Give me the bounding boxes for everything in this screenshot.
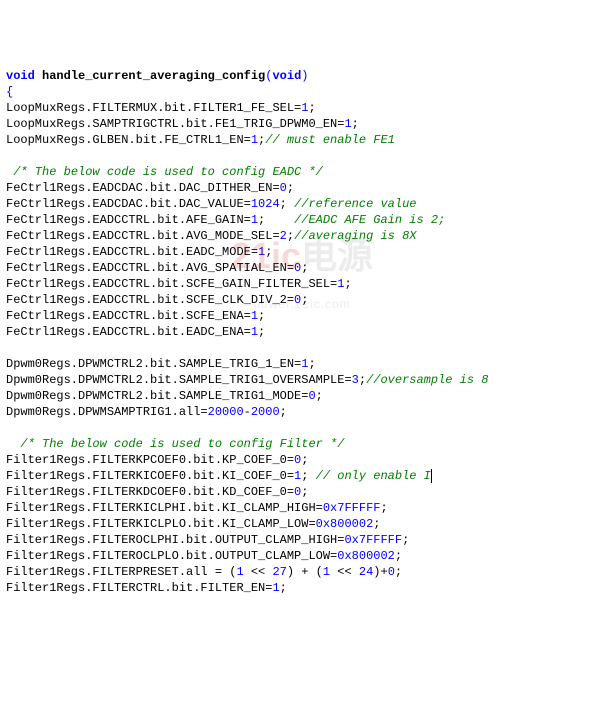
keyword-void-arg: void [272, 69, 301, 83]
code-line: FeCtrl1Regs.EADCCTRL.bit.SCFE_CLK_DIV_2=… [6, 293, 308, 307]
code-line: Filter1Regs.FILTERCTRL.bit.FILTER_EN=1; [6, 581, 287, 595]
code-line: FeCtrl1Regs.EADCDAC.bit.DAC_VALUE=1024; … [6, 197, 416, 211]
text-cursor [431, 469, 432, 483]
code-line: Filter1Regs.FILTEROCLPLO.bit.OUTPUT_CLAM… [6, 549, 402, 563]
code-line: Dpwm0Regs.DPWMCTRL2.bit.SAMPLE_TRIG1_OVE… [6, 373, 488, 387]
code-line: Dpwm0Regs.DPWMSAMPTRIG1.all=20000-2000; [6, 405, 287, 419]
code-line: LoopMuxRegs.FILTERMUX.bit.FILTER1_FE_SEL… [6, 101, 316, 115]
code-line: FeCtrl1Regs.EADCDAC.bit.DAC_DITHER_EN=0; [6, 181, 294, 195]
code-line: Filter1Regs.FILTERKICOEF0.bit.KI_COEF_0=… [6, 469, 432, 483]
keyword-void: void [6, 69, 35, 83]
comment-section: /* The below code is used to config Filt… [6, 437, 344, 451]
code-line: FeCtrl1Regs.EADCCTRL.bit.EADC_MODE=1; [6, 245, 272, 259]
code-line: Dpwm0Regs.DPWMCTRL2.bit.SAMPLE_TRIG_1_EN… [6, 357, 316, 371]
code-block: void handle_current_averaging_config(voi… [6, 68, 598, 596]
code-line: LoopMuxRegs.GLBEN.bit.FE_CTRL1_EN=1;// m… [6, 133, 395, 147]
code-line: FeCtrl1Regs.EADCCTRL.bit.SCFE_ENA=1; [6, 309, 265, 323]
brace-open: { [6, 85, 13, 99]
code-line: FeCtrl1Regs.EADCCTRL.bit.AFE_GAIN=1; //E… [6, 213, 445, 227]
code-line: Filter1Regs.FILTERKPCOEF0.bit.KP_COEF_0=… [6, 453, 308, 467]
code-line: Filter1Regs.FILTERKICLPHI.bit.KI_CLAMP_H… [6, 501, 388, 515]
code-line: FeCtrl1Regs.EADCCTRL.bit.AVG_MODE_SEL=2;… [6, 229, 416, 243]
code-line: Filter1Regs.FILTERKDCOEF0.bit.KD_COEF_0=… [6, 485, 308, 499]
code-line: Filter1Regs.FILTERPRESET.all = (1 << 27)… [6, 565, 402, 579]
code-line: FeCtrl1Regs.EADCCTRL.bit.AVG_SPATIAL_EN=… [6, 261, 308, 275]
code-line: Filter1Regs.FILTEROCLPHI.bit.OUTPUT_CLAM… [6, 533, 409, 547]
code-line: FeCtrl1Regs.EADCCTRL.bit.SCFE_GAIN_FILTE… [6, 277, 352, 291]
code-line: LoopMuxRegs.SAMPTRIGCTRL.bit.FE1_TRIG_DP… [6, 117, 359, 131]
code-line: FeCtrl1Regs.EADCCTRL.bit.EADC_ENA=1; [6, 325, 265, 339]
code-line: Filter1Regs.FILTERKICLPLO.bit.KI_CLAMP_L… [6, 517, 380, 531]
function-name: handle_current_averaging_config [42, 69, 265, 83]
comment-section: /* The below code is used to config EADC… [6, 165, 323, 179]
code-line: Dpwm0Regs.DPWMCTRL2.bit.SAMPLE_TRIG1_MOD… [6, 389, 323, 403]
